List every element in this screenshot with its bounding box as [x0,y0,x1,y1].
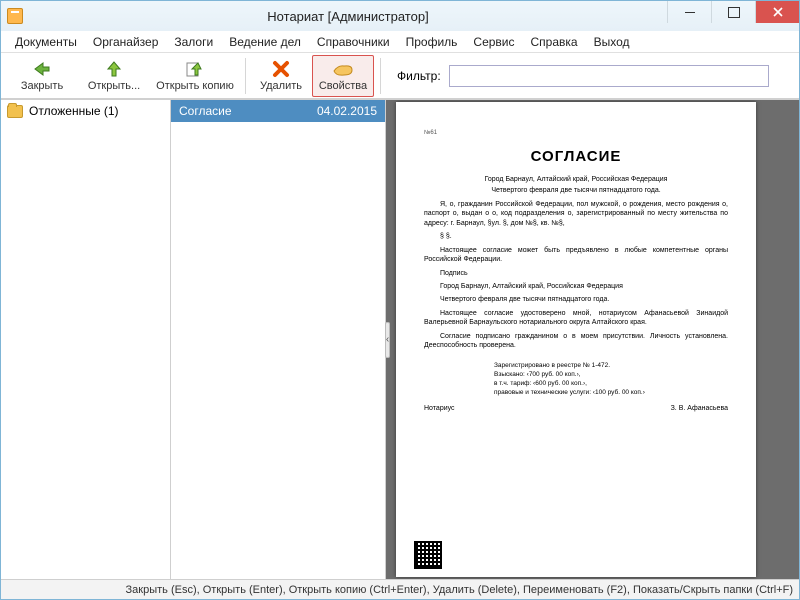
close-button[interactable]: Закрыть [7,55,77,97]
maximize-button[interactable] [711,1,755,23]
menu-documents[interactable]: Документы [9,33,83,51]
statusbar-text: Закрыть (Esc), Открыть (Enter), Открыть … [126,584,793,596]
preview-para4: Настоящее согласие удостоверено мной, но… [424,309,728,328]
separator [245,58,246,94]
preview-para3: Подпись [424,269,728,278]
preview-para1: Я, о, гражданин Российской Федерации, по… [424,200,728,228]
close-label: Закрыть [21,80,63,92]
app-window: Нотариат [Администратор] Документы Орган… [0,0,800,600]
reg-line: правовые и технические услуги: ‹100 руб.… [494,388,728,397]
menu-pledges[interactable]: Залоги [168,33,219,51]
menu-service[interactable]: Сервис [467,33,520,51]
menu-profile[interactable]: Профиль [400,33,464,51]
reg-line: Взыскано: ‹700 руб. 00 коп.›, [494,370,728,379]
document-arrow-icon [184,59,206,79]
menu-cases[interactable]: Ведение дел [223,33,307,51]
preview-registration: Зарегистрировано в реестре № 1-472. Взыс… [494,361,728,397]
folders-panel: Отложенные (1) [1,100,171,579]
filter-input[interactable] [449,65,769,87]
reg-line: в т.ч. тариф: ‹600 руб. 00 коп.›, [494,379,728,388]
body: Отложенные (1) Согласие 04.02.2015 №61 С… [1,99,799,579]
menubar: Документы Органайзер Залоги Ведение дел … [1,31,799,53]
menu-organizer[interactable]: Органайзер [87,33,165,51]
close-window-button[interactable] [755,1,799,23]
minimize-button[interactable] [667,1,711,23]
preview-para1b: § §. [424,232,728,241]
preview-line1: Город Барнаул, Алтайский край, Российска… [424,175,728,184]
preview-title: СОГЛАСИЕ [424,148,728,165]
notary-label: Нотариус [424,405,455,412]
preview-line2: Четвертого февраля две тысячи пятнадцато… [424,186,728,195]
menu-exit[interactable]: Выход [588,33,636,51]
properties-button[interactable]: Свойства [312,55,374,97]
doc-title: Согласие [179,104,232,118]
delete-label: Удалить [260,80,302,92]
folder-label: Отложенные (1) [29,104,119,118]
hand-icon [332,59,354,79]
arrow-left-icon [31,59,53,79]
preview-line3: Город Барнаул, Алтайский край, Российска… [424,282,728,291]
separator [380,58,381,94]
preview-para2: Настоящее согласие может быть предъявлен… [424,246,728,265]
statusbar: Закрыть (Esc), Открыть (Enter), Открыть … [1,579,799,599]
delete-x-icon [270,59,292,79]
preview-para5: Согласие подписано гражданином о в моем … [424,332,728,351]
filter-label: Фильтр: [397,69,441,83]
menu-references[interactable]: Справочники [311,33,396,51]
folder-icon [7,105,23,118]
open-button[interactable]: Открыть... [79,55,149,97]
delete-button[interactable]: Удалить [252,55,310,97]
open-copy-button[interactable]: Открыть копию [151,55,239,97]
arrow-up-icon [103,59,125,79]
splitter-handle[interactable] [385,100,390,579]
doc-date: 04.02.2015 [317,104,377,118]
signature-row: Нотариус З. В. Афанасьева [424,405,728,412]
preview-panel: №61 СОГЛАСИЕ Город Барнаул, Алтайский кр… [386,100,799,579]
document-row[interactable]: Согласие 04.02.2015 [171,100,385,122]
folder-deferred[interactable]: Отложенные (1) [1,100,170,122]
notary-name: З. В. Афанасьева [671,405,728,412]
properties-label: Свойства [319,80,367,92]
preview-line4: Четвертого февраля две тысячи пятнадцато… [424,295,728,304]
document-list-panel: Согласие 04.02.2015 [171,100,386,579]
open-copy-label: Открыть копию [156,80,234,92]
window-title: Нотариат [Администратор] [29,9,667,24]
toolbar: Закрыть Открыть... Открыть копию Удалить [1,53,799,99]
open-label: Открыть... [88,80,140,92]
app-icon [7,8,23,24]
titlebar: Нотариат [Администратор] [1,1,799,31]
qr-code-icon [414,541,442,569]
menu-help[interactable]: Справка [525,33,584,51]
reg-line: Зарегистрировано в реестре № 1-472. [494,361,728,370]
document-preview: №61 СОГЛАСИЕ Город Барнаул, Алтайский кр… [396,102,756,577]
preview-header-num: №61 [424,130,728,136]
